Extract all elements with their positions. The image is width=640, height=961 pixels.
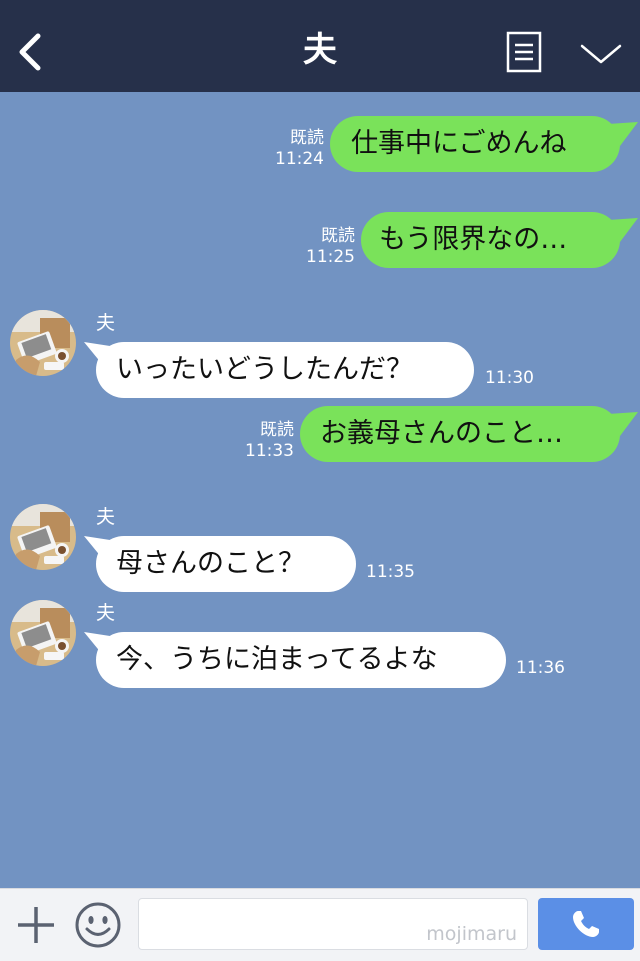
message-meta: 既読 11:24 bbox=[275, 128, 324, 170]
sender-name: 夫 bbox=[96, 312, 116, 334]
chat-title: 夫 bbox=[303, 30, 337, 70]
bubble-tail bbox=[608, 122, 638, 146]
message-meta: 既読 11:33 bbox=[245, 420, 294, 462]
message-list: 既読 11:24 仕事中にごめんね 既読 11:25 もう限界なの… 夫 いった… bbox=[0, 92, 640, 888]
message-time: 11:24 bbox=[275, 149, 324, 169]
incoming-message: 夫 いったいどうしたんだ？ 11:30 bbox=[0, 306, 640, 406]
outgoing-message: 既読 11:25 もう限界なの… bbox=[0, 212, 640, 272]
plus-icon[interactable] bbox=[14, 903, 58, 947]
message-bubble[interactable]: もう限界なの… bbox=[361, 212, 620, 268]
outgoing-message: 既読 11:33 お義母さんのこと… bbox=[0, 406, 640, 466]
smile-icon[interactable] bbox=[74, 901, 122, 949]
message-meta: 既読 11:25 bbox=[306, 226, 355, 268]
message-time: 11:30 bbox=[485, 368, 534, 388]
chat-header: 夫 bbox=[0, 0, 640, 92]
message-time: 11:25 bbox=[306, 247, 355, 267]
call-button[interactable] bbox=[538, 898, 634, 950]
message-time: 11:35 bbox=[366, 562, 415, 582]
message-input[interactable]: mojimaru bbox=[138, 898, 528, 950]
read-receipt: 既読 bbox=[290, 128, 324, 148]
watermark: mojimaru bbox=[426, 923, 517, 945]
message-time: 11:36 bbox=[516, 658, 565, 678]
message-bubble[interactable]: 今、うちに泊まってるよな bbox=[96, 632, 506, 688]
message-bubble[interactable]: いったいどうしたんだ？ bbox=[96, 342, 474, 398]
chevron-down-icon[interactable] bbox=[578, 40, 624, 68]
message-time: 11:33 bbox=[245, 441, 294, 461]
bubble-tail bbox=[608, 218, 638, 242]
incoming-message: 夫 今、うちに泊まってるよな 11:36 bbox=[0, 596, 640, 696]
incoming-message: 夫 母さんのこと？ 11:35 bbox=[0, 500, 640, 600]
message-bubble[interactable]: お義母さんのこと… bbox=[300, 406, 620, 462]
read-receipt: 既読 bbox=[321, 226, 355, 246]
message-bubble[interactable]: 母さんのこと？ bbox=[96, 536, 356, 592]
read-receipt: 既読 bbox=[260, 420, 294, 440]
avatar[interactable] bbox=[10, 310, 76, 376]
menu-icon[interactable] bbox=[506, 31, 542, 73]
message-bubble[interactable]: 仕事中にごめんね bbox=[330, 116, 620, 172]
bubble-tail bbox=[608, 412, 638, 436]
input-bar: mojimaru bbox=[0, 888, 640, 961]
avatar[interactable] bbox=[10, 504, 76, 570]
outgoing-message: 既読 11:24 仕事中にごめんね bbox=[0, 114, 640, 174]
phone-icon bbox=[573, 911, 599, 937]
sender-name: 夫 bbox=[96, 506, 116, 528]
sender-name: 夫 bbox=[96, 602, 116, 624]
avatar[interactable] bbox=[10, 600, 76, 666]
